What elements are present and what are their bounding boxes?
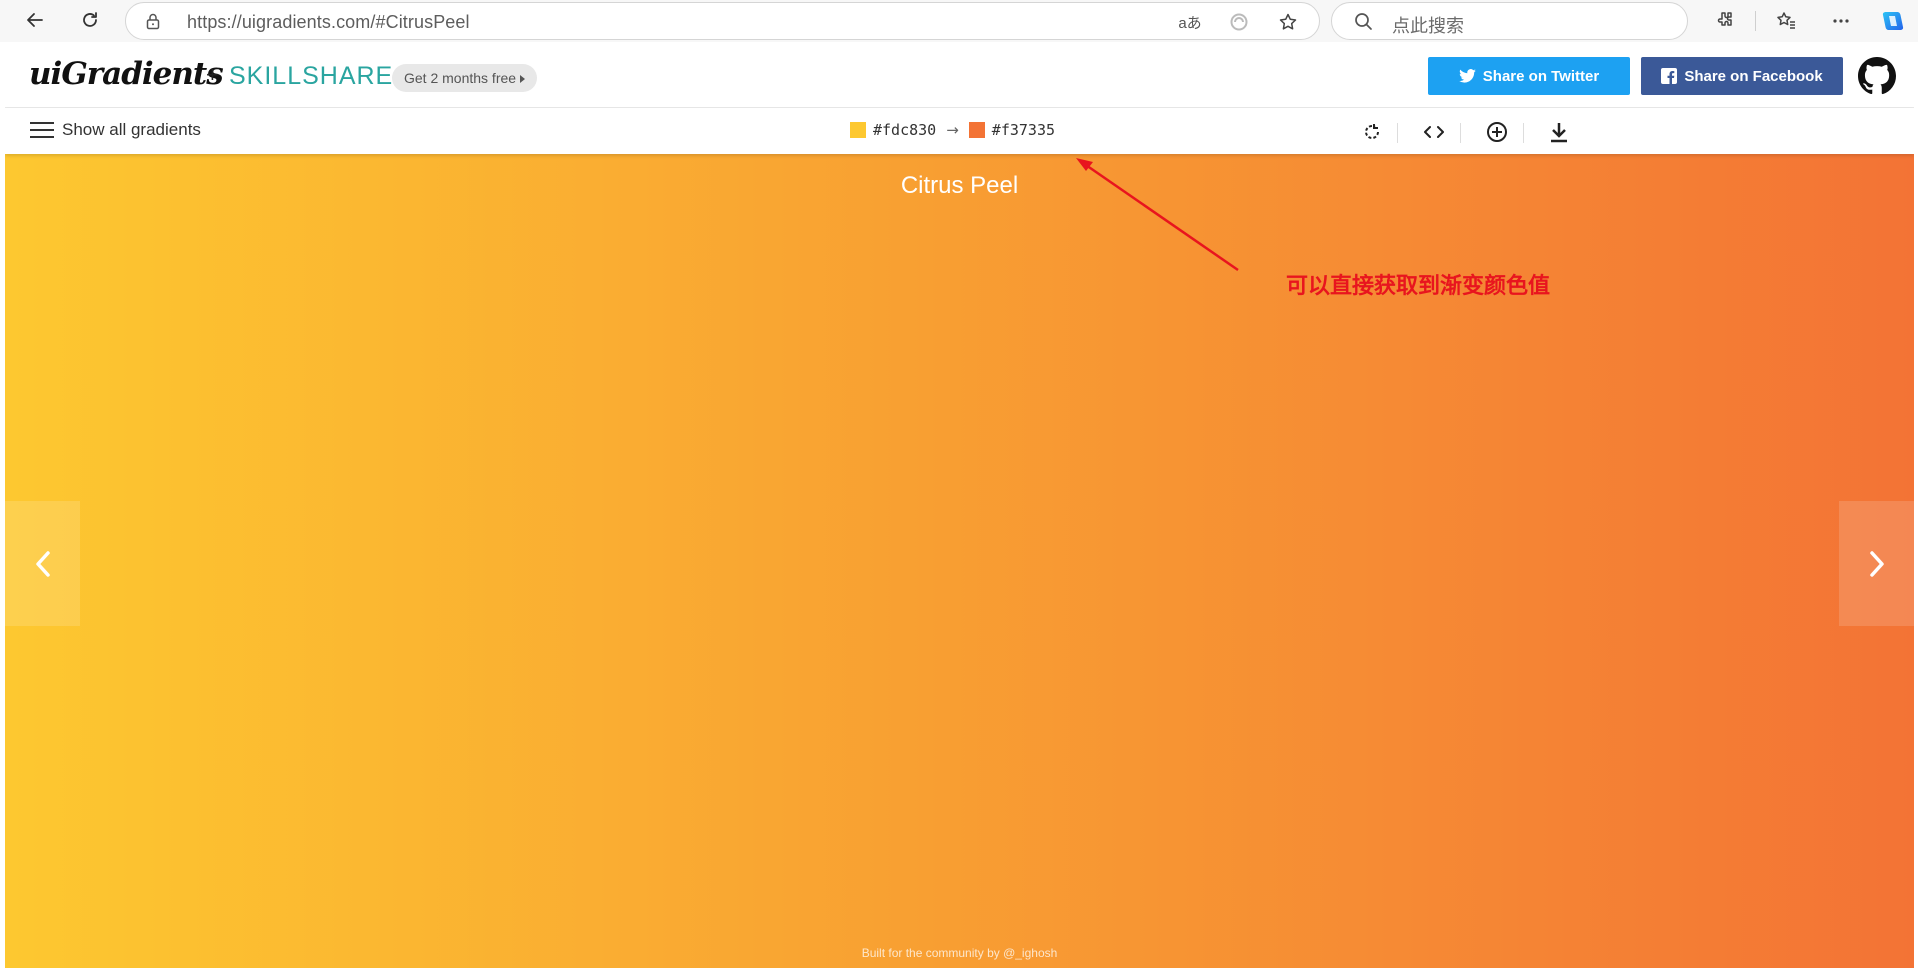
get-css-code-icon[interactable] (1422, 120, 1446, 144)
annotation-text: 可以直接获取到渐变颜色值 (1286, 274, 1551, 299)
show-all-gradients-button[interactable]: Show all gradients (30, 120, 201, 140)
gradient-color-codes: #fdc830 → #f37335 (850, 121, 1055, 139)
skillshare-logo[interactable]: SKILLSHARE (229, 62, 393, 91)
footer-credit[interactable]: Built for the community by @_ighosh (5, 946, 1914, 960)
url-text[interactable]: https://uigradients.com/#CitrusPeel (187, 12, 470, 33)
toolbar-divider (1755, 11, 1756, 31)
web-page: uiGradients + SKILLSHARE Get 2 months fr… (5, 44, 1914, 968)
show-all-label: Show all gradients (62, 120, 201, 139)
caret-right-icon (520, 75, 526, 84)
address-bar[interactable]: https://uigradients.com/#CitrusPeel aあ (125, 2, 1320, 40)
browser-toolbar: https://uigradients.com/#CitrusPeel aあ 点… (0, 0, 1918, 42)
refresh-icon[interactable] (75, 5, 105, 35)
share-twitter-button[interactable]: Share on Twitter (1428, 57, 1630, 95)
plus-sign: + (206, 62, 219, 87)
gradient-preview: Citrus Peel Built for the community by @… (5, 154, 1914, 968)
next-gradient-button[interactable] (1839, 501, 1914, 626)
color-from-code[interactable]: #fdc830 (873, 121, 936, 139)
lock-icon[interactable] (145, 12, 161, 35)
color-from-swatch (850, 122, 866, 138)
color-to-swatch (968, 122, 985, 138)
rotate-gradient-icon[interactable] (1360, 120, 1384, 144)
previous-gradient-button[interactable] (5, 501, 80, 626)
back-icon[interactable] (20, 5, 50, 35)
gradient-toolbar: Show all gradients #fdc830 → #f37335 (5, 108, 1914, 154)
read-aloud-icon[interactable]: aあ (1178, 11, 1202, 33)
search-placeholder: 点此搜索 (1392, 16, 1464, 36)
toolbar-divider (1460, 123, 1461, 143)
gradient-name: Citrus Peel (900, 172, 1019, 199)
chevron-left-icon (35, 550, 50, 577)
arrow-separator: → (946, 121, 959, 139)
site-header: uiGradients + SKILLSHARE Get 2 months fr… (5, 44, 1914, 108)
browser-search-box[interactable]: 点此搜索 (1331, 2, 1688, 40)
download-icon[interactable] (1547, 120, 1571, 144)
color-to-code[interactable]: #f37335 (992, 121, 1055, 139)
tracking-prevention-icon[interactable] (1227, 11, 1251, 33)
toolbar-divider (1523, 123, 1524, 143)
github-icon[interactable] (1858, 57, 1896, 95)
copilot-icon[interactable] (1879, 7, 1907, 35)
facebook-icon (1661, 68, 1678, 84)
promo-label: Get 2 months free (404, 70, 517, 86)
chevron-right-icon (1869, 550, 1884, 577)
facebook-label: Share on Facebook (1684, 67, 1823, 85)
share-facebook-button[interactable]: Share on Facebook (1641, 57, 1843, 95)
uigradients-logo[interactable]: uiGradients (29, 56, 224, 92)
promo-badge[interactable]: Get 2 months free (392, 64, 538, 92)
more-menu-icon[interactable] (1827, 7, 1855, 35)
extensions-icon[interactable] (1711, 7, 1739, 35)
twitter-icon (1458, 69, 1476, 83)
twitter-label: Share on Twitter (1482, 67, 1600, 85)
favorite-star-icon[interactable] (1276, 11, 1300, 33)
add-gradient-icon[interactable] (1485, 120, 1509, 144)
search-icon (1354, 12, 1373, 36)
favorites-icon[interactable] (1772, 7, 1800, 35)
hamburger-icon (30, 122, 54, 138)
toolbar-divider (1397, 123, 1398, 143)
